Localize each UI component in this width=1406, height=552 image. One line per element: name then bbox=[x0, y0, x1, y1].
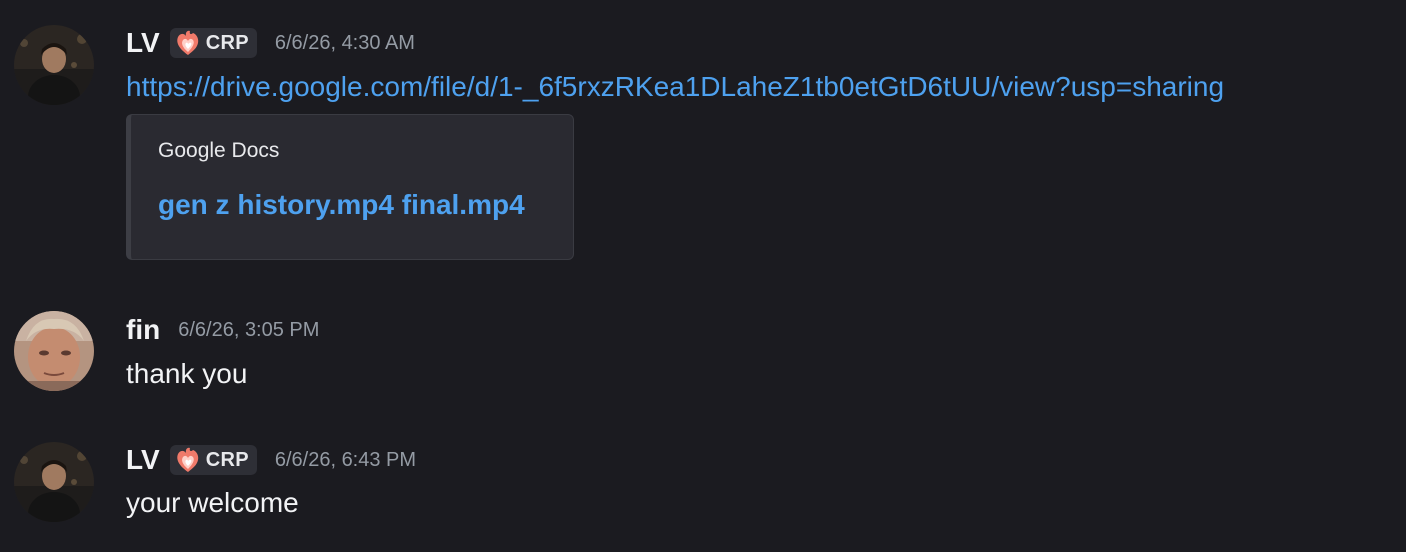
message-header: fin 6/6/26, 3:05 PM bbox=[126, 314, 319, 346]
timestamp[interactable]: 6/6/26, 4:30 AM bbox=[275, 29, 415, 57]
fire-heart-icon bbox=[174, 447, 202, 473]
username[interactable]: fin bbox=[126, 314, 160, 346]
message-header: LV CRP 6/6/26, 4:30 AM bbox=[126, 27, 415, 59]
link-embed: Google Docs gen z history.mp4 final.mp4 bbox=[126, 114, 574, 260]
username[interactable]: LV bbox=[126, 27, 160, 59]
drive-link[interactable]: https://drive.google.com/file/d/1-_6f5rx… bbox=[126, 71, 1224, 102]
fire-heart-icon bbox=[174, 30, 202, 56]
username[interactable]: LV bbox=[126, 444, 160, 476]
embed-title[interactable]: gen z history.mp4 final.mp4 bbox=[158, 189, 525, 221]
message-content: https://drive.google.com/file/d/1-_6f5rx… bbox=[126, 70, 1224, 104]
avatar[interactable] bbox=[14, 442, 94, 522]
chat-messages: LV CRP 6/6/26, 4:30 AM https://drive.goo… bbox=[0, 0, 1406, 552]
timestamp[interactable]: 6/6/26, 6:43 PM bbox=[275, 446, 416, 474]
embed-provider: Google Docs bbox=[158, 139, 280, 162]
message-content: your welcome bbox=[126, 487, 299, 518]
message-content: thank you bbox=[126, 358, 248, 389]
avatar[interactable] bbox=[14, 311, 94, 391]
timestamp[interactable]: 6/6/26, 3:05 PM bbox=[178, 316, 319, 344]
role-tag[interactable]: CRP bbox=[169, 28, 257, 58]
role-name: CRP bbox=[205, 448, 249, 471]
role-name: CRP bbox=[205, 31, 249, 54]
avatar[interactable] bbox=[14, 25, 94, 105]
message-header: LV CRP 6/6/26, 6:43 PM bbox=[126, 444, 416, 476]
role-tag[interactable]: CRP bbox=[169, 445, 257, 475]
